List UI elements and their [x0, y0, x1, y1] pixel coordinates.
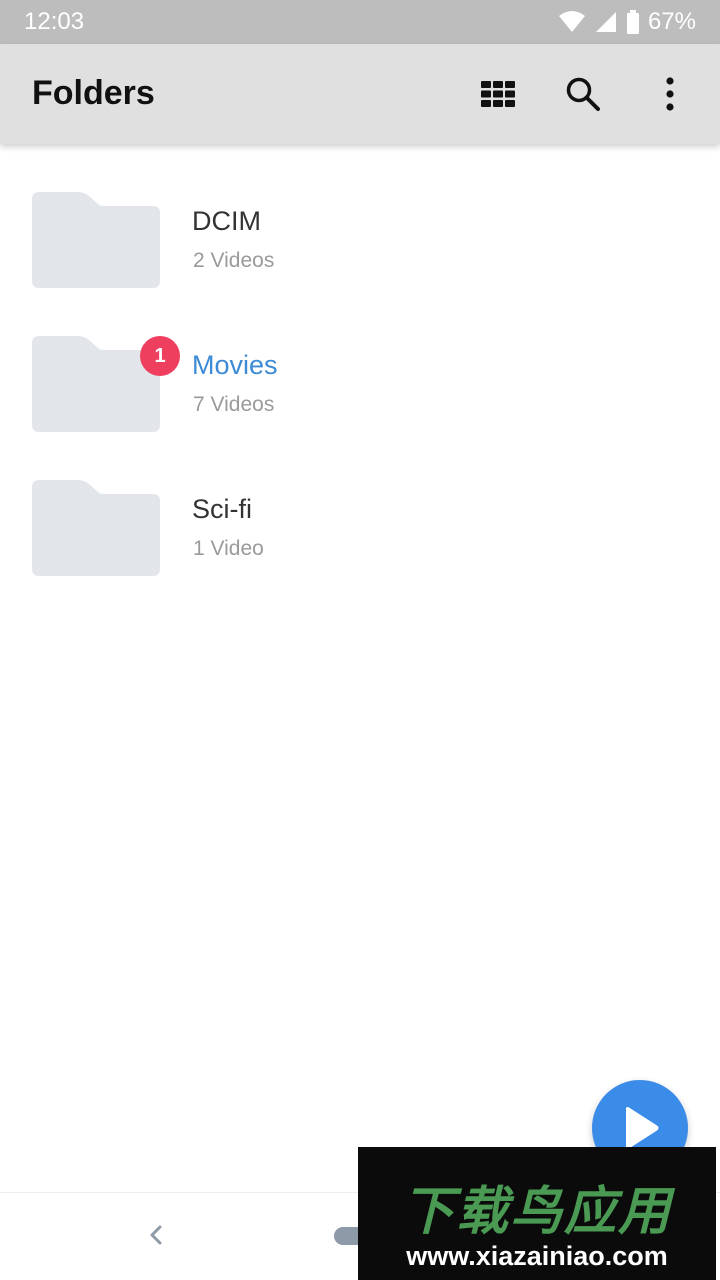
- folder-video-count: 2 Videos: [193, 249, 275, 272]
- folder-name: Movies: [192, 350, 278, 380]
- search-button[interactable]: [561, 72, 605, 116]
- folder-icon: [32, 192, 160, 288]
- folder-video-count: 1 Video: [193, 537, 264, 560]
- grid-view-button[interactable]: [476, 72, 520, 116]
- status-icons: 67%: [558, 8, 696, 36]
- back-icon[interactable]: [140, 1219, 172, 1251]
- folder-item-dcim[interactable]: DCIM 2 Videos: [0, 144, 720, 288]
- folder-icon: [32, 480, 160, 576]
- play-icon: [626, 1107, 659, 1149]
- folder-name: Sci-fi: [192, 494, 252, 524]
- more-vert-icon: [666, 77, 674, 111]
- grid-view-icon: [481, 81, 515, 107]
- signal-icon: [595, 12, 616, 32]
- folder-name: DCIM: [192, 206, 261, 236]
- status-time: 12:03: [24, 8, 85, 35]
- folder-video-count: 7 Videos: [193, 393, 275, 416]
- watermark-title: 下载鸟应用: [401, 1183, 672, 1241]
- status-bar: 12:03 67%: [0, 0, 720, 44]
- app-bar: Folders: [0, 44, 720, 144]
- watermark: 下载鸟应用 www.xiazainiao.com: [358, 1147, 716, 1280]
- folder-item-movies[interactable]: 1 Movies 7 Videos: [0, 288, 720, 432]
- page-title: Folders: [32, 74, 155, 112]
- battery-icon: [626, 10, 639, 34]
- watermark-url: www.xiazainiao.com: [406, 1241, 668, 1271]
- folder-list: DCIM 2 Videos 1 Movies 7 Videos Sci-fi 1…: [0, 144, 720, 576]
- folder-item-sci-fi[interactable]: Sci-fi 1 Video: [0, 432, 720, 576]
- search-icon: [566, 77, 600, 111]
- battery-percent: 67%: [647, 8, 696, 35]
- more-options-button[interactable]: [648, 72, 692, 116]
- wifi-icon: [558, 11, 585, 32]
- new-count-badge: 1: [140, 336, 180, 376]
